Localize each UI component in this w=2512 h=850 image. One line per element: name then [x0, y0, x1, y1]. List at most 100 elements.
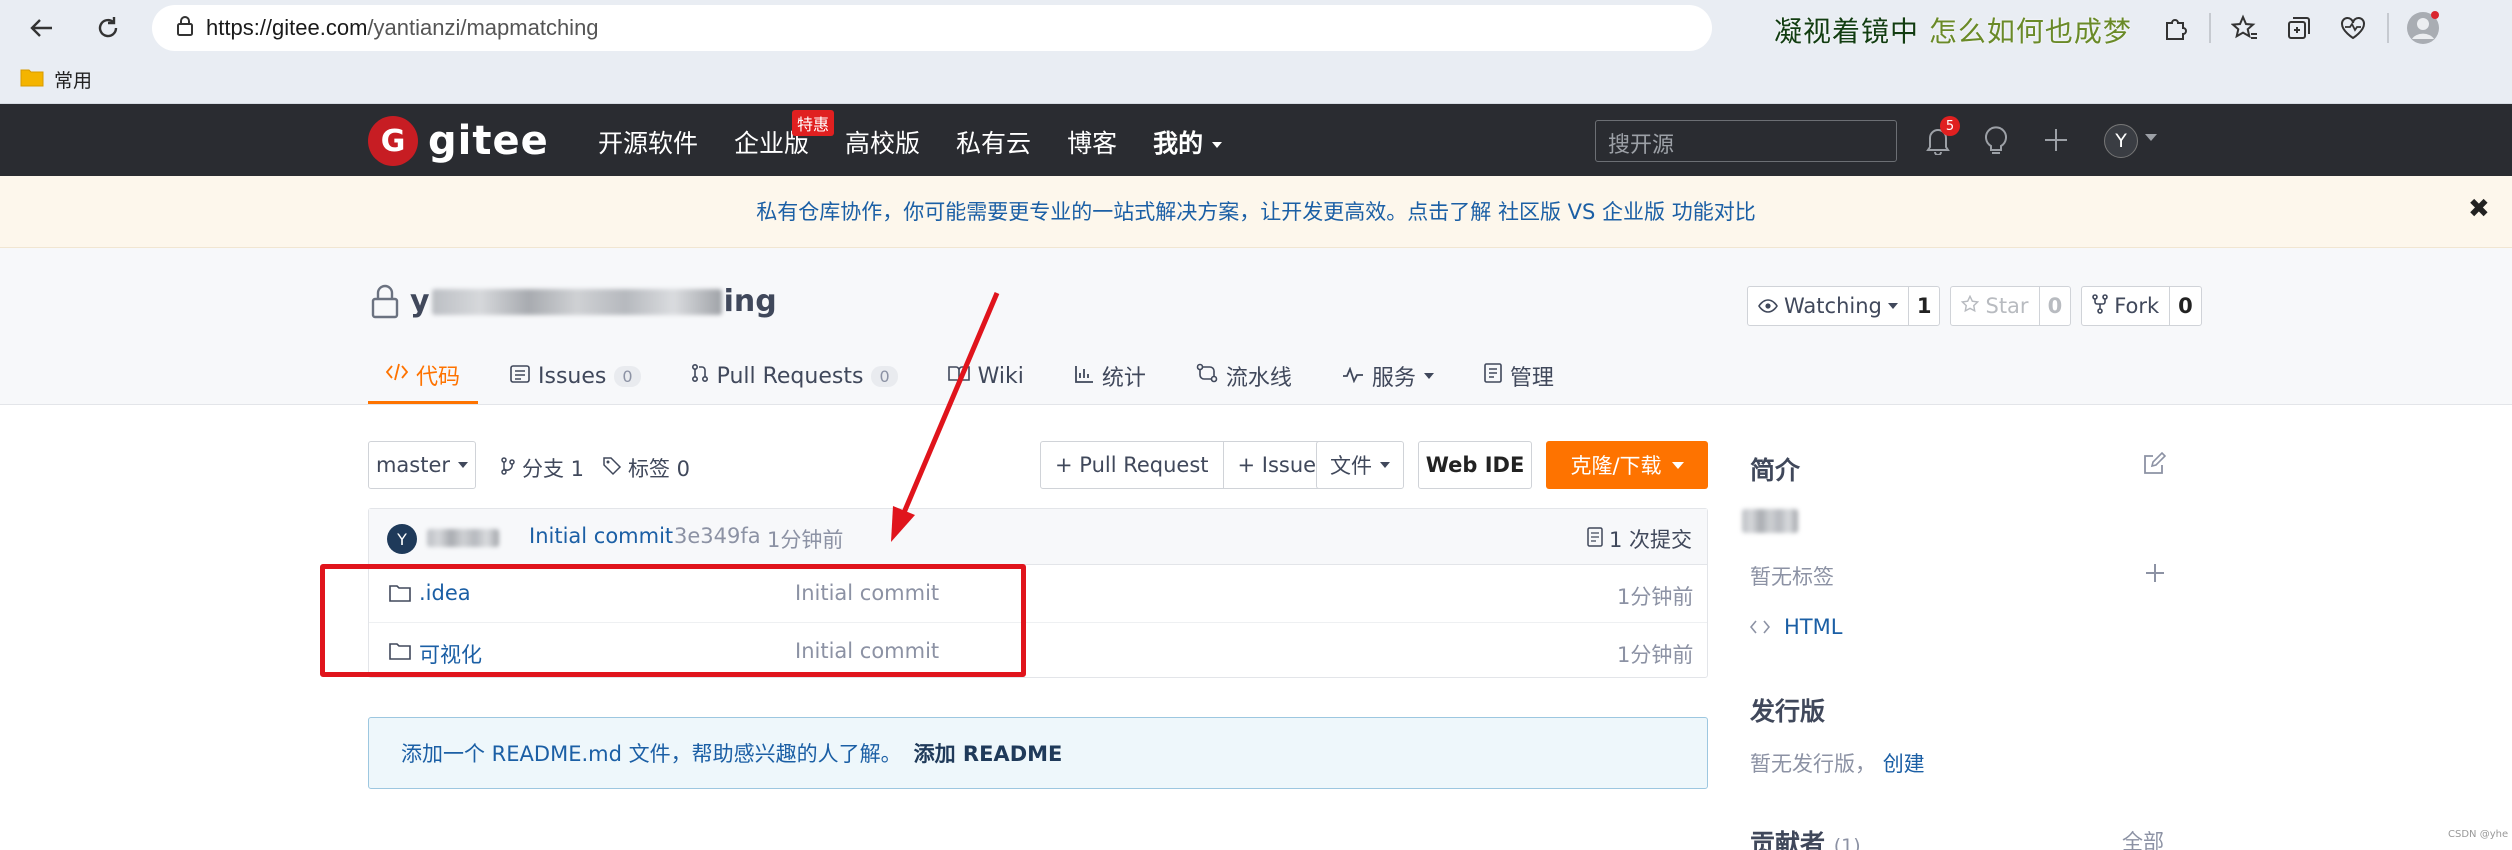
- no-releases-label: 暂无发行版，: [1750, 752, 1876, 776]
- create-release-link[interactable]: 创建: [1883, 752, 1925, 776]
- contributors-count: (1): [1833, 835, 1861, 850]
- gitee-logo[interactable]: G gitee: [368, 116, 549, 166]
- new-pull-request-button[interactable]: + Pull Request: [1041, 442, 1223, 488]
- clone-download-label: 克隆/下载: [1570, 454, 1662, 478]
- lightbulb-icon[interactable]: [1978, 122, 2014, 158]
- gitee-header: G gitee 开源软件 企业版 特惠 高校版 私有云 博客 我的 搜开源 5 Y: [0, 104, 2512, 176]
- tags-link[interactable]: 标签 0: [602, 453, 690, 483]
- repo-tabs: 代码 Issues 0 Pull Requests 0 Wiki 统计 流水线 …: [368, 348, 1586, 404]
- url-host: https://gitee.com: [206, 15, 368, 40]
- puzzle-icon[interactable]: [2155, 8, 2195, 48]
- nav-enterprise[interactable]: 企业版 特惠: [734, 110, 835, 160]
- tab-wiki[interactable]: Wiki: [930, 348, 1042, 404]
- lock-icon: [370, 284, 400, 324]
- toolbar-divider: [2209, 13, 2211, 43]
- fork-label: Fork: [2114, 294, 2160, 318]
- promo-banner-text[interactable]: 私有仓库协作，你可能需要更专业的一站式解决方案，让开发更高效。点击了解 社区版 …: [0, 196, 2512, 226]
- pulse-icon: [1342, 364, 1364, 389]
- code-icon: [1749, 615, 1771, 639]
- main-nav: 开源软件 企业版 特惠 高校版 私有云 博客 我的: [598, 110, 1258, 160]
- pipeline-icon: [1196, 363, 1218, 389]
- file-menu-label: 文件: [1330, 454, 1372, 478]
- repo-title[interactable]: y ing: [410, 284, 777, 319]
- branches-link[interactable]: 分支 1: [500, 453, 584, 483]
- readme-prompt-text: 添加一个 README.md 文件，帮助感兴趣的人了解。: [401, 742, 902, 766]
- nav-blog[interactable]: 博客: [1067, 124, 1117, 160]
- nav-mine-label: 我的: [1153, 129, 1204, 158]
- tag-icon: [602, 456, 622, 481]
- branch-select-label: master: [375, 453, 451, 477]
- commit-hash[interactable]: 3e349fa: [674, 524, 761, 548]
- browser-toolbar: https://gitee.com/yantianzi/mapmatching …: [0, 0, 2512, 56]
- back-arrow-icon[interactable]: [22, 8, 62, 48]
- chevron-down-icon[interactable]: [2145, 134, 2157, 141]
- edit-icon[interactable]: [2142, 451, 2167, 480]
- code-icon: [385, 362, 409, 387]
- repo-header: y ing Watching 1 Star 0 Fork 0 代码 Issues…: [0, 248, 2512, 405]
- file-menu-button[interactable]: 文件: [1316, 441, 1404, 489]
- nav-mine[interactable]: 我的: [1153, 124, 1222, 160]
- search-input[interactable]: 搜开源: [1595, 120, 1897, 162]
- commit-count-label: 1 次提交: [1609, 528, 1693, 552]
- bar-chart-icon: [1074, 364, 1094, 389]
- tab-stats-label: 统计: [1101, 366, 1146, 391]
- bell-icon[interactable]: 5: [1920, 116, 1960, 158]
- tab-wiki-label: Wiki: [977, 363, 1024, 389]
- tab-issues-count: 0: [614, 365, 641, 387]
- address-bar[interactable]: https://gitee.com/yantianzi/mapmatching: [152, 5, 1712, 51]
- chevron-down-icon: [1423, 373, 1434, 379]
- file-time: 1分钟前: [1617, 585, 1694, 609]
- nav-education[interactable]: 高校版: [845, 124, 920, 160]
- star-count[interactable]: 0: [2038, 287, 2071, 325]
- tab-manage[interactable]: 管理: [1466, 348, 1572, 404]
- profile-icon[interactable]: [2403, 8, 2443, 48]
- fork-button[interactable]: Fork 0: [2081, 286, 2202, 326]
- fork-count[interactable]: 0: [2169, 287, 2201, 325]
- tab-pipeline[interactable]: 流水线: [1178, 348, 1310, 404]
- redacted-description: [1742, 509, 1798, 533]
- commit-message[interactable]: Initial commit: [529, 524, 673, 548]
- branch-select[interactable]: master: [368, 441, 476, 489]
- hot-badge: 特惠: [792, 110, 835, 136]
- tab-issues-label: Issues: [538, 363, 607, 389]
- overlay-lyric-faded: 怎么如何也成梦: [1928, 15, 2132, 48]
- clone-download-button[interactable]: 克隆/下载: [1546, 441, 1708, 489]
- web-ide-button[interactable]: Web IDE: [1418, 441, 1532, 489]
- heart-pulse-icon[interactable]: [2333, 8, 2373, 48]
- tab-code[interactable]: 代码: [368, 348, 479, 404]
- star-icon: [1961, 294, 1980, 318]
- tab-issues[interactable]: Issues 0: [492, 348, 659, 404]
- bookmark-folder-label: 常用: [54, 70, 93, 92]
- redacted-owner: [431, 288, 722, 315]
- tab-services[interactable]: 服务: [1324, 348, 1452, 404]
- lock-icon[interactable]: [176, 15, 194, 41]
- repo-actions: Watching 1 Star 0 Fork 0: [1747, 286, 2202, 326]
- refresh-icon[interactable]: [88, 8, 128, 48]
- star-label: Star: [1985, 294, 2029, 318]
- add-tag-plus-icon[interactable]: [2144, 562, 2166, 588]
- collections-icon[interactable]: [2279, 8, 2319, 48]
- avatar[interactable]: Y: [387, 524, 417, 554]
- latest-commit-row: Y Initial commit 3e349fa 1分钟前 1 次提交: [369, 509, 1707, 565]
- nav-private-cloud[interactable]: 私有云: [956, 124, 1031, 160]
- tab-manage-label: 管理: [1509, 366, 1554, 391]
- commit-count-link[interactable]: 1 次提交: [1587, 524, 1692, 554]
- tab-pull-requests[interactable]: Pull Requests 0: [673, 348, 916, 404]
- add-readme-link[interactable]: 添加 README: [914, 738, 1063, 768]
- watch-count[interactable]: 1: [1907, 287, 1940, 325]
- sidebar-releases-title: 发行版: [1750, 697, 1826, 726]
- nav-open-source[interactable]: 开源软件: [598, 124, 698, 160]
- contributors-all-link[interactable]: 全部: [2122, 826, 2164, 850]
- star-button[interactable]: Star 0: [1950, 286, 2072, 326]
- plus-icon[interactable]: [2038, 122, 2074, 158]
- tab-stats[interactable]: 统计: [1056, 348, 1164, 404]
- bookmark-folder[interactable]: 常用: [20, 66, 92, 93]
- favorites-star-icon[interactable]: [2225, 8, 2265, 48]
- close-icon[interactable]: ✖: [2468, 194, 2490, 224]
- annotation-highlight-box: [320, 564, 1026, 677]
- language-item[interactable]: HTML: [1749, 615, 1842, 639]
- new-issue-button[interactable]: + Issue: [1222, 442, 1331, 488]
- watch-button[interactable]: Watching 1: [1747, 286, 1941, 326]
- user-avatar[interactable]: Y: [2104, 124, 2138, 158]
- overlay-lyric: 凝视着镜中 怎么如何也成梦: [1774, 10, 2132, 50]
